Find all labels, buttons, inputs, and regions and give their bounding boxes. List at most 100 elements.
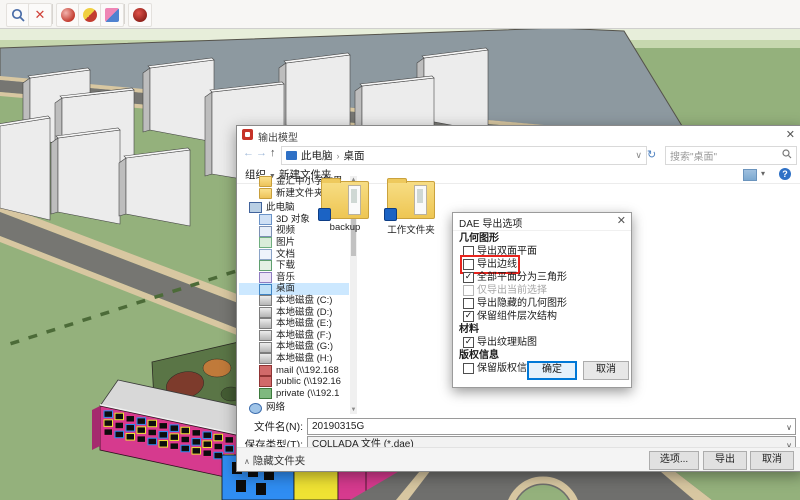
sidebar-item-label: 本地磁盘 (H:) [276,353,332,365]
view-caret-icon[interactable]: ▾ [761,169,765,178]
sidebar-item[interactable]: 音乐 [239,272,349,284]
chevron-up-icon: ∧ [244,457,250,466]
sidebar-item[interactable]: 本地磁盘 (G:) [239,341,349,353]
folder-name: 工作文件夹 [381,222,441,236]
drive-icon [259,342,272,353]
pictures-icon [259,237,272,248]
checkbox [463,285,474,296]
up-icon[interactable]: ↑ [270,147,276,159]
breadcrumb-current[interactable]: 桌面 [344,148,365,163]
dae-options-body: 几何图形导出双面平面导出边线全部平面分为三角形仅导出当前选择导出隐藏的几何图形保… [459,232,627,375]
dialog-titlebar[interactable]: 输出模型 ✕ [237,126,800,144]
sidebar-item-label: 本地磁盘 (C:) [276,295,332,307]
drive-icon [259,330,272,341]
chevron-down-icon[interactable]: ∨ [786,420,792,435]
view-mode-icon[interactable] [743,169,757,181]
close-icon[interactable]: ✕ [786,128,795,141]
sidebar-item[interactable]: 本地磁盘 (D:) [239,307,349,319]
dialog-title: 输出模型 [258,129,298,144]
sidebar-item[interactable]: 本地磁盘 (C:) [239,295,349,307]
checkbox[interactable] [463,246,474,257]
checkbox[interactable] [463,272,474,283]
downloads-icon [259,260,272,271]
sketchup-window: { "app": { "title": "输出模型", "toolbar_ico… [0,0,800,500]
checkbox-row: 导出双面平面 [459,245,627,258]
help-icon[interactable]: ? [779,168,791,180]
checkbox-row: 全部平面分为三角形 [459,271,627,284]
ok-button[interactable]: 确定 [527,361,577,380]
drive-icon [259,307,272,318]
folder-icon [321,181,369,219]
sidebar-item[interactable]: private (\\192.1 [239,388,349,400]
folder-icon [259,176,272,187]
music-icon [259,272,272,283]
checkbox[interactable] [463,363,474,374]
options-button[interactable]: 选项... [649,451,699,470]
sidebar-item[interactable]: 文档 [239,249,349,261]
filename-row: 文件名(N): 20190315G ∨ [237,418,800,434]
folder-tile[interactable]: backup [315,181,375,233]
zoom-tool-icon[interactable] [6,3,30,27]
sidebar-item[interactable]: public (\\192.16 [239,376,349,388]
objects3d-icon [259,214,272,225]
sidebar-item-label: 此电脑 [266,202,295,214]
checkbox[interactable] [463,337,474,348]
scroll-down-icon[interactable]: ▼ [350,406,357,414]
this-pc-icon [286,151,297,160]
netdrive-red-icon [259,365,272,376]
checkbox-row: 保留组件层次结构 [459,310,627,323]
refresh-icon[interactable]: ↻ [647,148,656,161]
folder-tile[interactable]: 工作文件夹 [381,181,441,236]
drive-icon [259,318,272,329]
checkbox-row: 导出边线 [459,258,627,271]
sidebar-item-label: 音乐 [276,272,295,284]
checkbox[interactable] [463,311,474,322]
sidebar-item[interactable]: mail (\\192.168 [239,365,349,377]
sidebar-item[interactable]: 桌面 [239,283,349,295]
sidebar-item-label: 本地磁盘 (F:) [276,330,331,342]
checkbox-row: 仅导出当前选择 [459,284,627,297]
cancel-tool-icon[interactable]: ✕ [28,3,52,27]
breadcrumb[interactable]: 此电脑 › 桌面 ∨ [281,146,647,165]
paint-tool-icon[interactable] [78,3,102,27]
sidebar-item[interactable]: 本地磁盘 (E:) [239,318,349,330]
cancel-button[interactable]: 取消 [750,451,794,470]
texture-tool-icon[interactable] [100,3,124,27]
shortcut-badge-icon [384,208,397,221]
search-icon[interactable] [782,149,792,162]
checkbox-label: 保留组件层次结构 [477,310,557,323]
filename-input[interactable]: 20190315G ∨ [307,418,796,435]
material-tool-icon[interactable] [128,3,152,27]
breadcrumb-root[interactable]: 此电脑 [301,148,333,163]
desktop-icon [259,284,272,295]
sidebar-item[interactable]: 网络 [239,402,349,414]
section-header: 材料 [459,323,627,336]
dae-cancel-button[interactable]: 取消 [583,361,629,380]
export-model-icon [242,129,253,140]
checkbox-row: 导出纹理贴图 [459,336,627,349]
sidebar-item[interactable]: 本地磁盘 (F:) [239,330,349,342]
sidebar-item[interactable]: 下载 [239,260,349,272]
close-icon[interactable]: ✕ [617,214,626,227]
network-icon [249,403,262,414]
checkbox-label: 仅导出当前选择 [477,284,547,297]
checkbox[interactable] [463,298,474,309]
documents-icon [259,249,272,260]
sidebar-item[interactable]: 图片 [239,237,349,249]
forward-icon[interactable]: → [256,147,267,159]
export-button[interactable]: 导出 [703,451,747,470]
drive-icon [259,295,272,306]
orbit-tool-icon[interactable] [56,3,80,27]
hide-folders-button[interactable]: ∧ 隐藏文件夹 [244,453,305,468]
checkbox[interactable] [463,259,474,270]
dae-titlebar[interactable]: DAE 导出选项 ✕ [453,213,631,231]
search-input[interactable]: 搜索"桌面" [665,146,797,165]
address-dropdown-icon[interactable]: ∨ [635,150,642,161]
dae-dialog-title: DAE 导出选项 [459,215,522,230]
back-icon[interactable]: ← [243,147,254,159]
sidebar-item-label: 桌面 [276,283,295,295]
folder-name: backup [315,222,375,233]
sidebar-item-label: 图片 [276,237,295,249]
sidebar-item[interactable]: 本地磁盘 (H:) [239,353,349,365]
checkbox-label: 导出纹理贴图 [477,336,537,349]
